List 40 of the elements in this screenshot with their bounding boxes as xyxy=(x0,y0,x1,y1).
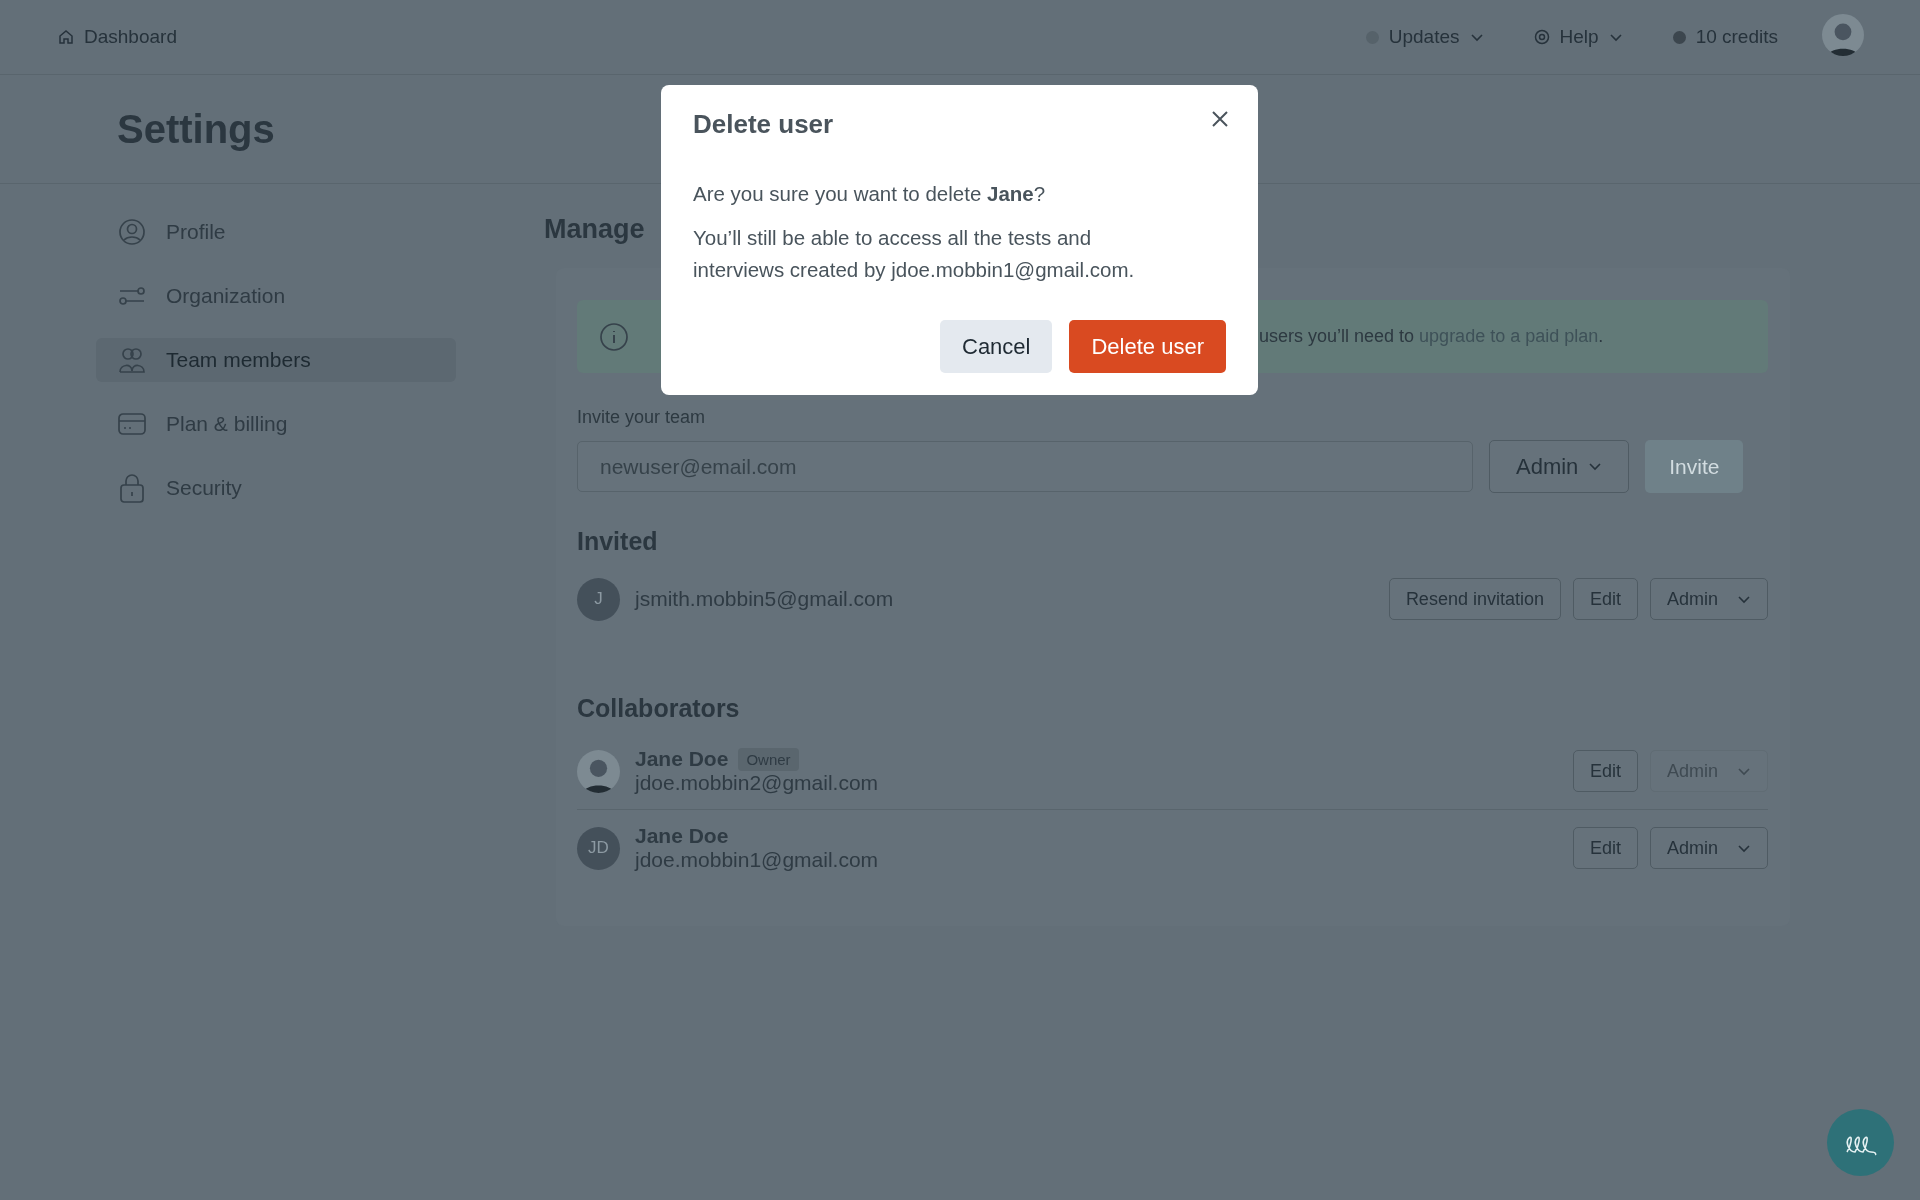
lock-icon xyxy=(118,473,146,503)
chevron-down-icon xyxy=(1737,843,1751,853)
dashboard-link[interactable]: Dashboard xyxy=(58,26,177,48)
chevron-down-icon xyxy=(1608,32,1623,42)
help-icon xyxy=(1533,29,1550,45)
credits-dot xyxy=(1672,30,1686,44)
section-heading: Collaborators xyxy=(577,694,741,723)
dialog-message: You’ll still be able to access all the tests and interviews created by jdoe.mobbin1@gmail.com. xyxy=(693,225,1136,283)
user-circle-icon xyxy=(118,218,146,246)
cancel-button[interactable]: Cancel xyxy=(940,320,1053,373)
topbar-menu-button[interactable]: 10 credits xyxy=(1672,26,1778,48)
action-button[interactable]: Edit xyxy=(1572,750,1638,792)
chevron-down-icon xyxy=(1588,462,1603,471)
role-select[interactable]: Admin xyxy=(1650,578,1768,620)
dialog-title: Delete user xyxy=(693,109,834,140)
sidebar-item[interactable]: Team members xyxy=(96,338,456,382)
delete-button[interactable]: Delete user xyxy=(1069,320,1226,373)
topbar-menu-button[interactable]: Help xyxy=(1533,26,1623,48)
action-button[interactable]: Resend invitation xyxy=(1388,578,1561,620)
topbar-menu-button[interactable]: Updates xyxy=(1365,26,1484,48)
page-title: Settings xyxy=(117,106,275,152)
users-icon xyxy=(118,346,146,374)
chevron-down-icon xyxy=(1737,594,1751,604)
section-heading: Invited xyxy=(577,527,659,556)
action-button[interactable]: Edit xyxy=(1572,578,1638,620)
role-select[interactable]: Admin xyxy=(1650,827,1768,869)
profile-avatar xyxy=(1822,14,1864,56)
action-button[interactable]: Edit xyxy=(1572,827,1638,869)
dialog-question: Are you sure you want to delete Jane? xyxy=(693,181,1047,207)
initials-avatar: JD xyxy=(577,826,620,870)
initials-avatar: J xyxy=(577,577,620,621)
section-heading: Manage xyxy=(544,214,645,246)
chevron-down-icon xyxy=(1469,32,1484,42)
role-select[interactable]: Admin xyxy=(1489,440,1630,493)
user-avatar xyxy=(577,749,620,793)
credit-card-icon xyxy=(118,412,146,436)
home-icon xyxy=(58,29,74,45)
field-label: Invite your team xyxy=(577,407,707,428)
chevron-down-icon xyxy=(1737,766,1751,776)
info-icon xyxy=(599,321,629,352)
